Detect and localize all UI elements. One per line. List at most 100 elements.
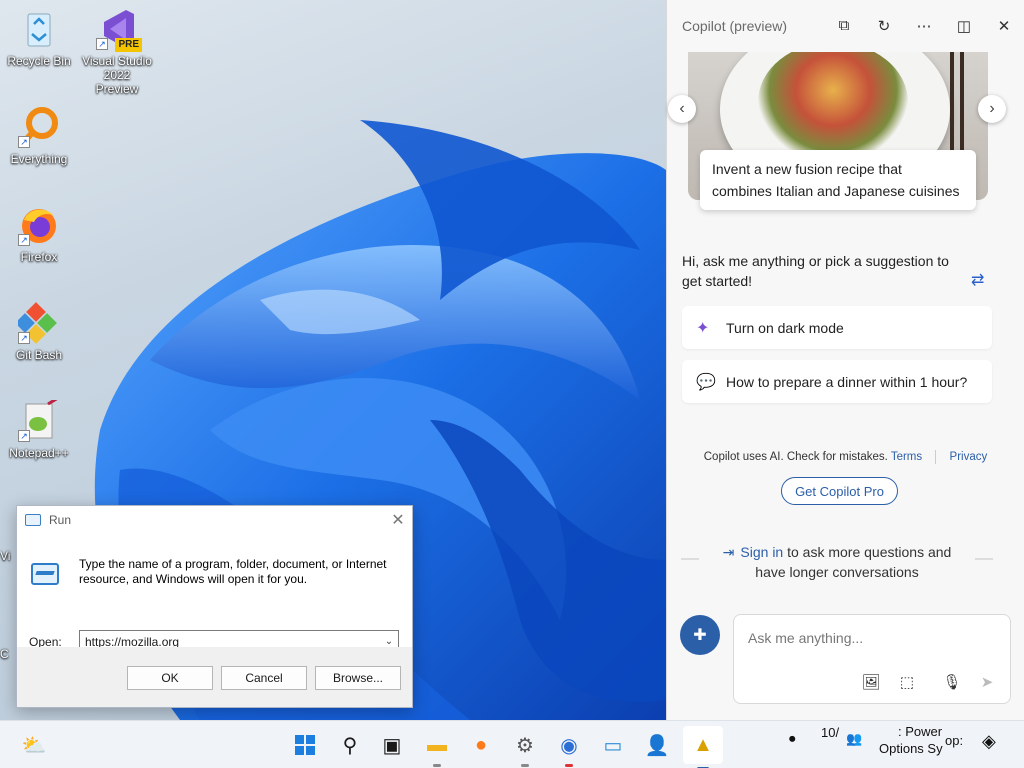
carousel-next-button[interactable]: › (978, 95, 1006, 123)
microphone-icon[interactable]: 🎙 (941, 673, 963, 691)
privacy-link[interactable]: Privacy (950, 451, 988, 463)
desktop-icon-label: Everything (10, 152, 68, 166)
desktop-icon-label: Recycle Bin (7, 54, 71, 68)
signin-text: to ask more questions and have longer co… (755, 544, 952, 580)
recycle-bin-icon (18, 8, 60, 50)
preview-badge: PRE (115, 38, 142, 52)
dock-panel-icon[interactable]: ◫ (944, 17, 984, 35)
open-external-icon[interactable]: ⧉ (824, 17, 864, 35)
desktop-icon-visual-studio[interactable]: PRE ↗ Visual Studio 2022 Preview (81, 8, 153, 96)
copilot-icon[interactable]: ◈ (982, 731, 996, 752)
get-copilot-pro-button[interactable]: Get Copilot Pro (781, 477, 898, 505)
tray-fragment[interactable]: op: (945, 733, 963, 748)
taskbar-active-app[interactable]: ▲ (683, 726, 723, 768)
desktop-icon-partial[interactable]: Vi (0, 549, 14, 563)
desktop-icon-notepad-plus-plus[interactable]: ↗ Notepad++ (3, 396, 75, 460)
card-caption[interactable]: Invent a new fusion recipe that combines… (700, 150, 976, 210)
new-topic-button[interactable]: ✚ (680, 615, 720, 655)
ok-button[interactable]: OK (127, 666, 213, 690)
taskbar-people[interactable]: 👤 (641, 729, 673, 761)
desktop-icon-label: C (0, 647, 9, 661)
more-options-icon[interactable]: ⋯ (904, 17, 944, 35)
shortcut-arrow-icon: ↗ (18, 136, 30, 148)
run-dialog: Run ✕ Type the name of a program, folder… (16, 505, 413, 708)
close-icon[interactable]: ✕ (984, 17, 1024, 35)
shortcut-arrow-icon: ↗ (96, 38, 108, 50)
desktop-icon-everything[interactable]: ↗ Everything (3, 106, 75, 166)
taskbar-firefox[interactable]: ● (465, 729, 497, 761)
run-dialog-titlebar[interactable]: Run ✕ (17, 506, 412, 533)
suggestion-label: How to prepare a dinner within 1 hour? (726, 373, 968, 390)
firefox-icon: ● (474, 733, 488, 756)
chopstick (950, 52, 954, 162)
weather-widget[interactable]: ⛅ (18, 729, 50, 761)
sparkle-icon: ✦ (696, 319, 710, 337)
shortcut-arrow-icon: ↗ (18, 234, 30, 246)
taskbar: ⛅ ⚲ ▣ ▬ ● ⚙ ◉ ▭ 👤 ▲ ⏺ 10/ 👥 : Power Opti… (0, 720, 1024, 768)
sign-in-link[interactable]: Sign in (740, 544, 783, 560)
close-icon[interactable]: ✕ (384, 510, 412, 530)
legal-text: Copilot uses AI. Check for mistakes. (703, 451, 888, 464)
search-icon: ⚲ (342, 734, 358, 757)
desktop-icon-partial[interactable]: C (0, 647, 14, 661)
task-view-button[interactable]: ▣ (376, 729, 408, 761)
run-description: Type the name of a program, folder, docu… (79, 557, 387, 586)
chat-input-box[interactable]: Ask me anything... 🖼 ⬚ 🎙 ➤ (733, 614, 1011, 704)
copilot-title: Copilot (preview) (682, 18, 788, 34)
git-bash-icon: ↗ (15, 302, 60, 344)
taskbar-settings[interactable]: ⚙ (509, 729, 541, 767)
tray-time-fragment[interactable]: 10/ (821, 725, 839, 740)
taskbar-chrome[interactable]: ◉ (553, 729, 585, 767)
chat-bubbles-icon: 💬 (696, 373, 716, 391)
carousel-prev-button[interactable]: ‹ (668, 95, 696, 123)
task-view-icon: ▣ (382, 734, 402, 757)
notepad-plus-plus-icon: ↗ (18, 396, 60, 442)
warning-app-icon: ▲ (693, 733, 713, 756)
everything-search-icon: ↗ (18, 106, 60, 148)
browse-button[interactable]: Browse... (315, 666, 401, 690)
camera-icon[interactable]: ⏺ (789, 731, 796, 747)
desktop-icon-label: Firefox (20, 250, 58, 264)
suggestion-dark-mode[interactable]: ✦ Turn on dark mode (682, 306, 992, 349)
weather-icon: ⛅ (21, 734, 47, 757)
refresh-suggestions-icon[interactable]: ⇄ (971, 270, 984, 290)
run-icon (25, 513, 41, 526)
taskbar-remote-desktop[interactable]: ▭ (597, 729, 629, 761)
add-image-icon[interactable]: 🖼 (860, 673, 882, 691)
run-dialog-footer: OK Cancel Browse... (17, 647, 412, 707)
copilot-panel: Copilot (preview) ⧉ ↻ ⋯ ◫ ✕ Invent a new… (666, 0, 1024, 720)
cancel-button[interactable]: Cancel (221, 666, 307, 690)
run-program-icon (31, 563, 59, 585)
greeting-text: Hi, ask me anything or pick a suggestion… (682, 253, 949, 289)
chevron-down-icon[interactable]: ⌄ (380, 636, 398, 647)
chrome-icon: ◉ (560, 734, 578, 757)
taskbar-file-explorer[interactable]: ▬ (421, 729, 453, 767)
desktop-icon-recycle-bin[interactable]: Recycle Bin (3, 8, 75, 68)
screenshot-icon[interactable]: ⬚ (896, 673, 918, 691)
monitor-icon: ▭ (603, 734, 623, 757)
chat-input-placeholder[interactable]: Ask me anything... (748, 630, 863, 646)
folder-icon: ▬ (427, 733, 447, 756)
chevron-left-icon: ‹ (679, 100, 685, 117)
start-button[interactable] (289, 729, 321, 761)
firefox-icon: ↗ (18, 204, 60, 246)
divider (975, 558, 993, 560)
people-icon[interactable]: 👥 (846, 731, 862, 747)
legal-notice: Copilot uses AI. Check for mistakes. Ter… (667, 450, 1024, 464)
suggestion-dinner[interactable]: 💬 How to prepare a dinner within 1 hour? (682, 360, 992, 403)
tray-options-text[interactable]: Options Sy (879, 741, 943, 756)
divider (681, 558, 699, 560)
desktop-icon-git-bash[interactable]: ↗ Git Bash (3, 302, 75, 362)
desktop-icon-label: Vi (0, 549, 11, 563)
visual-studio-icon: PRE ↗ (96, 8, 142, 52)
tray-power-text[interactable]: : Power (898, 724, 942, 739)
gear-icon: ⚙ (516, 734, 534, 757)
terms-link[interactable]: Terms (891, 451, 922, 463)
desktop-icon-label: Git Bash (15, 348, 63, 362)
desktop-icon-firefox[interactable]: ↗ Firefox (3, 204, 75, 264)
signin-prompt: ⇥ Sign in to ask more questions and have … (707, 542, 967, 582)
refresh-icon[interactable]: ↻ (864, 17, 904, 35)
search-button[interactable]: ⚲ (334, 729, 366, 761)
send-icon[interactable]: ➤ (976, 673, 998, 691)
desktop-icon-label: Visual Studio 2022 Preview (82, 54, 152, 96)
